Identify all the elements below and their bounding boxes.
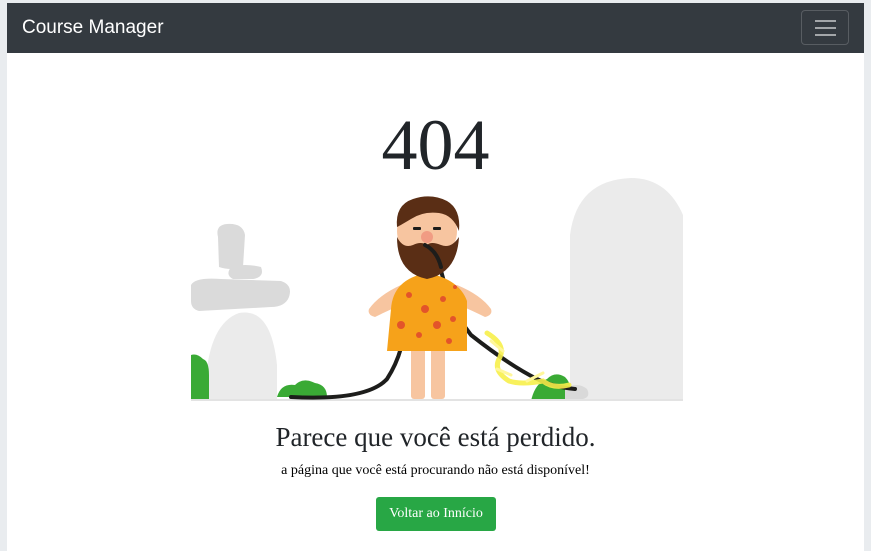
navbar-brand[interactable]: Course Manager [22,16,164,40]
bush-middle [277,380,327,397]
eye-right [433,227,441,230]
rock-stack-small [228,265,262,279]
bush-left [191,354,209,401]
eye-left [413,227,421,230]
caveman-with-cable-illustration [191,178,683,401]
tall-rock [570,178,683,401]
leg-left [411,345,425,399]
nose [421,231,433,243]
error-code: 404 [381,105,490,185]
rock-base [205,312,277,401]
page-container: Course Manager 404 Parece que você está … [7,3,864,551]
leg-right [431,345,445,399]
rock-stack-slab [191,278,290,311]
error-message: a página que você está procurando não es… [281,463,590,478]
ground [191,399,683,401]
navbar: Course Manager [7,3,864,53]
hamburger-menu-icon [815,20,836,22]
rock-stack-top [217,223,245,269]
error-headline: Parece que você está perdido. [275,422,596,452]
hamburger-menu-icon-bar [815,27,836,29]
back-home-button[interactable]: Voltar ao Innício [376,497,496,531]
navbar-toggler-button[interactable] [801,10,849,45]
hamburger-menu-icon-bar [815,34,836,36]
